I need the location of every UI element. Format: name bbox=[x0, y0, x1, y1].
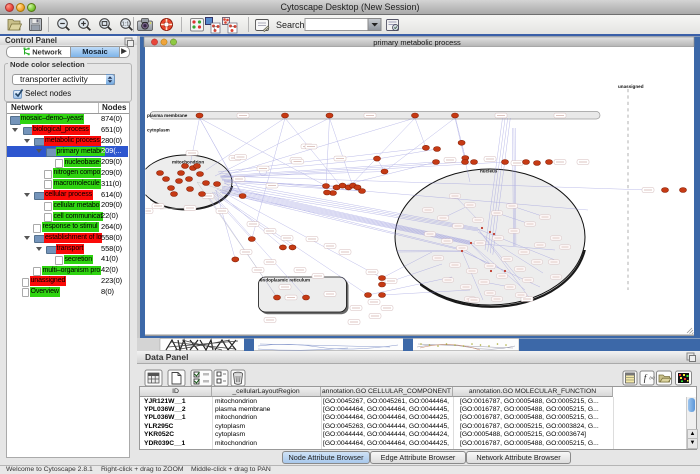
svg-text:1:1: 1:1 bbox=[122, 22, 130, 28]
svg-text:primary metabolic process: primary metabolic process bbox=[373, 38, 461, 47]
svg-text:(x): (x) bbox=[650, 375, 655, 380]
svg-text:endoplasmic reticulum: endoplasmic reticulum bbox=[260, 278, 310, 283]
svg-text:plasma membrane: plasma membrane bbox=[147, 113, 188, 118]
svg-text:cytoplasm: cytoplasm bbox=[147, 128, 170, 133]
svg-text:Search:: Search: bbox=[276, 20, 307, 30]
svg-text:unassigned: unassigned bbox=[618, 84, 644, 89]
